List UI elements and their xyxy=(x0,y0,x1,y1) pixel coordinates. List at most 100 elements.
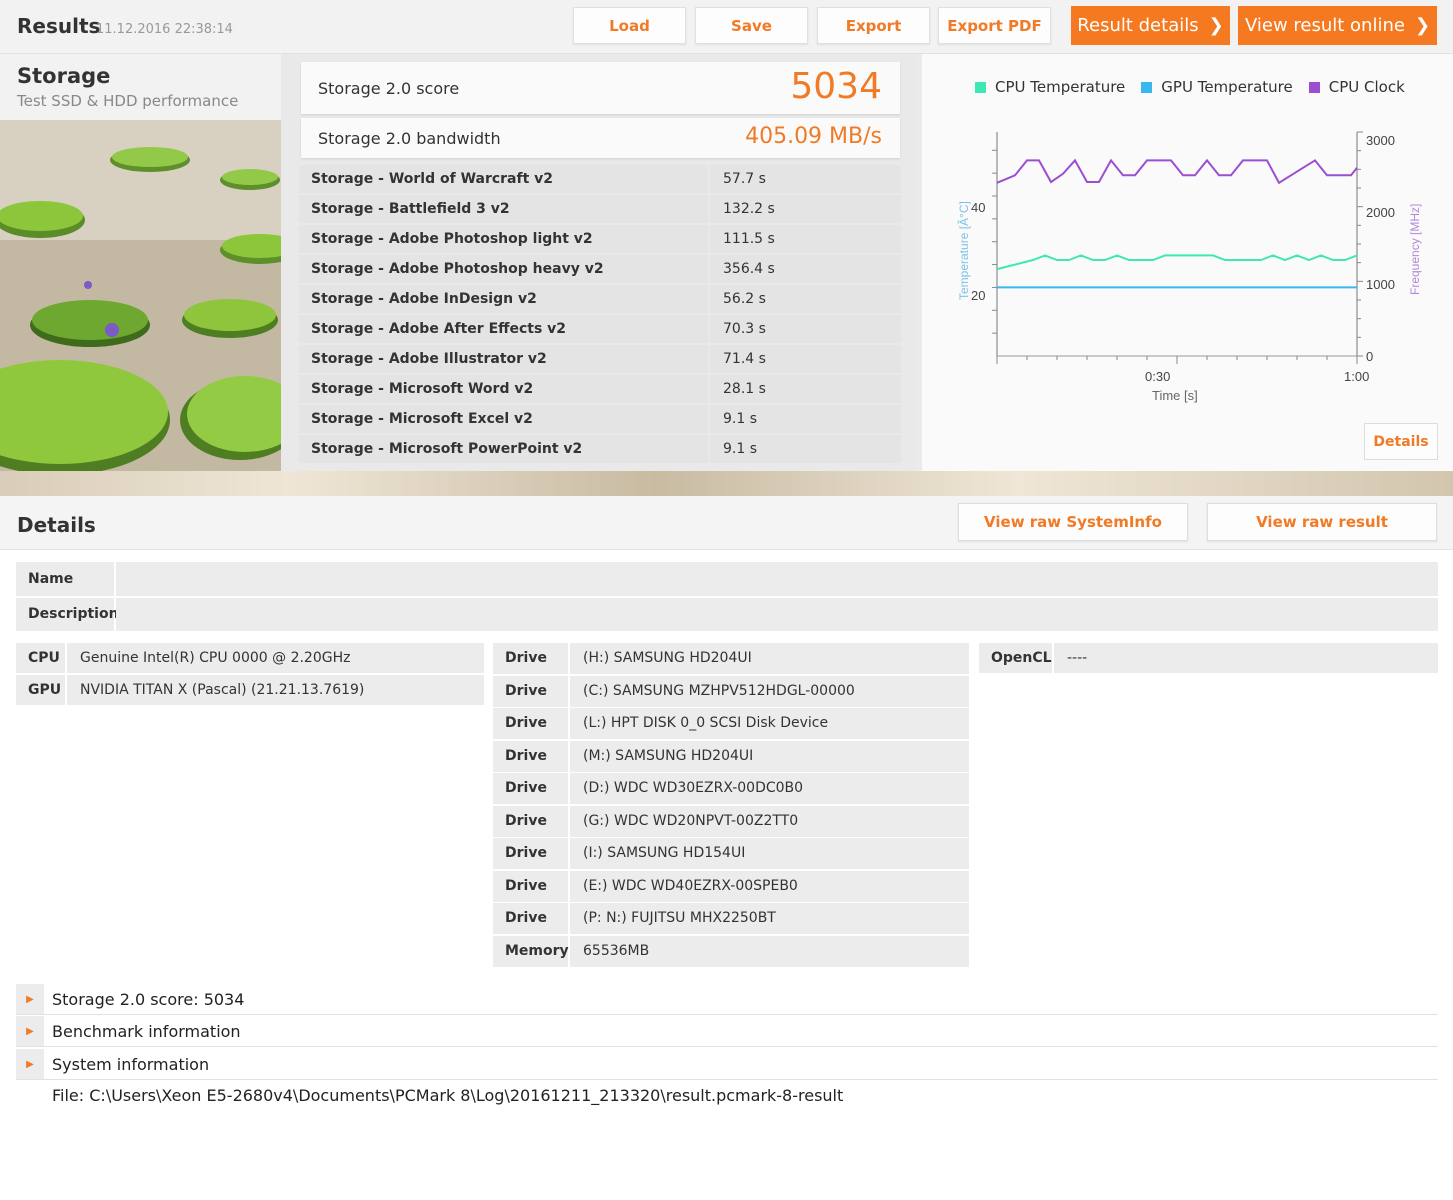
right-axis-title: Frequency [MHz] xyxy=(1408,204,1422,295)
legend-swatch xyxy=(975,81,986,93)
drive-value: (P: N:) FUJITSU MHX2250BT xyxy=(570,903,969,934)
section-benchmark-info[interactable]: ▶ Benchmark information xyxy=(16,1016,1438,1047)
export-button[interactable]: Export xyxy=(817,7,930,44)
drive-value: (E:) WDC WD40EZRX-00SPEB0 xyxy=(570,871,969,902)
chart-details-button[interactable]: Details xyxy=(1364,423,1438,460)
result-name: Storage - Battlefield 3 v2 xyxy=(299,195,708,223)
view-raw-systeminfo-button[interactable]: View raw SystemInfo xyxy=(958,503,1188,541)
description-label: Description xyxy=(16,598,119,631)
result-value: 57.7 s xyxy=(710,165,901,193)
result-name: Storage - Microsoft PowerPoint v2 xyxy=(299,435,708,463)
result-value: 356.4 s xyxy=(710,255,901,283)
legend-item[interactable]: CPU Temperature xyxy=(975,78,1125,96)
caret-right-icon: ▶ xyxy=(16,1016,44,1046)
result-name: Storage - Adobe Photoshop heavy v2 xyxy=(299,255,708,283)
result-name: Storage - Adobe Photoshop light v2 xyxy=(299,225,708,253)
drive-value: (L:) HPT DISK 0_0 SCSI Disk Device xyxy=(570,708,969,739)
result-value: 9.1 s xyxy=(710,405,901,433)
legend-item[interactable]: GPU Temperature xyxy=(1141,78,1293,96)
opencl-label: OpenCL xyxy=(979,643,1052,673)
monitoring-chart: Temperature [Â°C] Frequency [MHz] 0:30 1… xyxy=(956,131,1422,403)
legend-label: GPU Temperature xyxy=(1161,78,1293,96)
test-title: Storage xyxy=(17,64,111,88)
series-line-cpu-temperature xyxy=(996,254,1358,271)
drive-label: Drive xyxy=(493,676,568,707)
drive-value: (M:) SAMSUNG HD204UI xyxy=(570,741,969,772)
view-result-online-label: View result online xyxy=(1244,15,1405,36)
gpu-label: GPU xyxy=(16,675,65,705)
table-row: Storage - Microsoft Excel v2 9.1 s xyxy=(299,405,901,435)
result-value: 111.5 s xyxy=(710,225,901,253)
result-details-button[interactable]: Result details ❯ xyxy=(1071,6,1230,45)
load-button[interactable]: Load xyxy=(573,7,686,44)
legend-label: CPU Temperature xyxy=(995,78,1126,96)
left-tick-label: 40 xyxy=(971,200,985,215)
opencl-value: ---- xyxy=(1054,643,1438,673)
drive-label: Drive xyxy=(493,643,568,674)
results-table: Storage - World of Warcraft v2 57.7 s Sto… xyxy=(299,165,901,465)
table-row: Storage - World of Warcraft v2 57.7 s xyxy=(299,165,901,195)
bandwidth-box: Storage 2.0 bandwidth 405.09 MB/s xyxy=(301,118,900,158)
result-value: 71.4 s xyxy=(710,345,901,373)
export-pdf-button[interactable]: Export PDF xyxy=(938,7,1051,44)
x-tick-label: 0:30 xyxy=(1145,369,1170,384)
view-result-online-button[interactable]: View result online ❯ xyxy=(1238,6,1437,45)
result-name: Storage - Adobe After Effects v2 xyxy=(299,315,708,343)
legend-item[interactable]: CPU Clock xyxy=(1308,78,1405,96)
result-value: 70.3 s xyxy=(710,315,901,343)
legend-swatch xyxy=(1141,81,1153,93)
description-field[interactable] xyxy=(116,598,1438,631)
right-tick-label: 1000 xyxy=(1366,277,1395,292)
result-name: Storage - Microsoft Word v2 xyxy=(299,375,708,403)
score-value: 5034 xyxy=(790,66,882,107)
gpu-value: NVIDIA TITAN X (Pascal) (21.21.13.7619) xyxy=(67,675,484,705)
score-box: Storage 2.0 score 5034 xyxy=(301,62,900,114)
chart-legend: CPU Temperature GPU Temperature CPU Cloc… xyxy=(975,78,1405,96)
table-row: Storage - Microsoft Word v2 28.1 s xyxy=(299,375,901,405)
drive-label: Drive xyxy=(493,708,568,739)
right-tick-label: 0 xyxy=(1366,349,1373,364)
result-date: 11.12.2016 22:38:14 xyxy=(96,22,233,37)
drive-label: Drive xyxy=(493,903,568,934)
left-tick-label: 20 xyxy=(971,288,985,303)
bandwidth-label: Storage 2.0 bandwidth xyxy=(318,129,501,148)
result-value: 28.1 s xyxy=(710,375,901,403)
section-label: Benchmark information xyxy=(52,1022,241,1041)
cpu-label: CPU xyxy=(16,643,65,673)
drive-label: Drive xyxy=(493,741,568,772)
right-tick-label: 2000 xyxy=(1366,205,1395,220)
drive-value: (H:) SAMSUNG HD204UI xyxy=(570,643,969,674)
right-tick-label: 3000 xyxy=(1366,133,1395,148)
table-row: Storage - Battlefield 3 v2 132.2 s xyxy=(299,195,901,225)
results-title: Results xyxy=(17,14,101,38)
result-name: Storage - World of Warcraft v2 xyxy=(299,165,708,193)
decorative-band xyxy=(0,471,1453,496)
section-label: Storage 2.0 score: 5034 xyxy=(52,990,245,1009)
section-system-info[interactable]: ▶ System information xyxy=(16,1049,1438,1080)
section-storage-score[interactable]: ▶ Storage 2.0 score: 5034 xyxy=(16,984,1438,1015)
chevron-right-icon: ❯ xyxy=(1208,15,1224,36)
table-row: Storage - Adobe Photoshop heavy v2 356.4 … xyxy=(299,255,901,285)
drive-label: Drive xyxy=(493,806,568,837)
chevron-right-icon: ❯ xyxy=(1414,15,1431,36)
name-label: Name xyxy=(16,562,114,596)
drive-label: Drive xyxy=(493,773,568,804)
table-row: Storage - Adobe After Effects v2 70.3 s xyxy=(299,315,901,345)
result-name: Storage - Adobe Illustrator v2 xyxy=(299,345,708,373)
legend-label: CPU Clock xyxy=(1328,78,1405,96)
save-button[interactable]: Save xyxy=(695,7,808,44)
test-image xyxy=(0,120,281,471)
table-row: Storage - Adobe Illustrator v2 71.4 s xyxy=(299,345,901,375)
x-axis-title: Time [s] xyxy=(1152,388,1198,403)
details-title: Details xyxy=(17,513,96,537)
series-line-cpu-clock xyxy=(996,158,1358,185)
result-value: 132.2 s xyxy=(710,195,901,223)
test-subtitle: Test SSD & HDD performance xyxy=(17,92,239,110)
x-tick-label: 1:00 xyxy=(1344,369,1369,384)
name-field[interactable] xyxy=(116,562,1438,596)
drive-label: Drive xyxy=(493,871,568,902)
drive-label: Drive xyxy=(493,838,568,869)
view-raw-result-button[interactable]: View raw result xyxy=(1207,503,1437,541)
drive-value: (C:) SAMSUNG MZHPV512HDGL-00000 xyxy=(570,676,969,707)
result-name: Storage - Microsoft Excel v2 xyxy=(299,405,708,433)
